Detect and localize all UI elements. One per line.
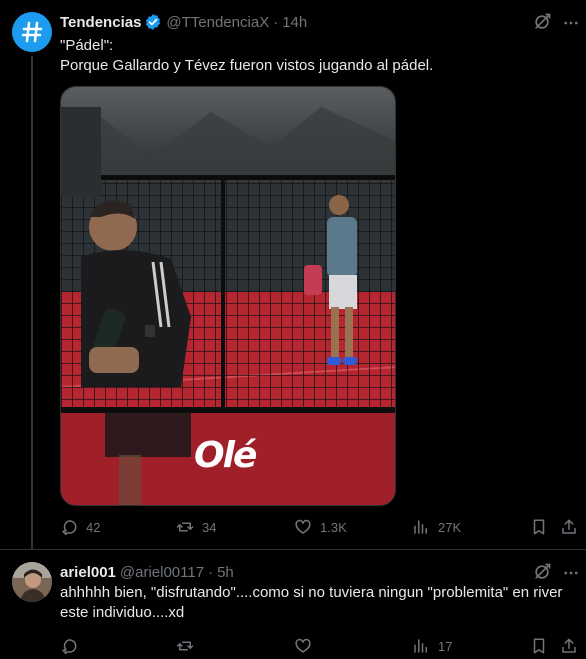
separator-dot: · [208,563,214,581]
verified-badge-icon [144,13,162,31]
tweet-text-line1: "Pádel": [60,37,114,54]
share-button[interactable] [560,517,578,537]
hashtag-icon [21,21,43,43]
avatar-tendencias[interactable] [12,12,52,52]
views-icon [414,639,427,653]
handle[interactable]: @TTendenciaX [166,14,269,31]
share-icon [562,638,576,653]
separator-dot: · [273,13,279,31]
more-icon[interactable] [562,14,580,32]
tweet-text: "Pádel": Porque Gallardo y Tévez fueron … [60,36,560,76]
bookmark-icon [533,638,545,654]
views-icon [414,520,427,534]
thread-connector [31,56,33,549]
share-button[interactable] [560,636,578,656]
avatar-photo [12,562,52,602]
views-button[interactable]: 17 [412,636,452,656]
timestamp[interactable]: 5h [217,564,234,581]
media-watermark: Olé [194,435,257,476]
reply-count: 42 [86,519,101,535]
display-name[interactable]: ariel001 [60,564,116,581]
views-button[interactable]: 27K [412,517,461,537]
bookmark-icon [533,519,545,535]
views-count: 27K [438,519,462,535]
tweet-header: Tendencias @TTendenciaX · 14h [60,12,307,32]
handle[interactable]: @ariel00117 [120,564,204,581]
repost-icon [176,641,194,651]
grok-icon[interactable] [532,562,552,582]
tweet-header: ariel001 @ariel00117 · 5h [60,562,234,582]
like-count: 1.3K [320,519,347,535]
views-count: 17 [438,638,453,654]
more-icon[interactable] [562,564,580,582]
reply-tweet-ariel001[interactable]: ariel001 @ariel00117 · 5h ahhhhh bien, "… [0,550,586,659]
reply-button[interactable] [60,636,78,656]
reply-button[interactable]: 42 [60,517,100,537]
like-icon [295,519,311,534]
repost-icon [176,522,194,532]
repost-button[interactable] [176,636,194,656]
action-bar: 42 34 1.3K 27K [60,517,576,537]
like-button[interactable] [294,636,312,656]
like-button[interactable]: 1.3K [294,517,347,537]
repost-button[interactable]: 34 [176,517,216,537]
tweet-tendencias[interactable]: Tendencias @TTendenciaX · 14h "Pádel": P… [0,0,586,549]
grok-icon[interactable] [532,12,552,32]
repost-count: 34 [202,519,217,535]
reply-icon [62,639,77,655]
tweet-media-video[interactable]: Olé [60,86,396,506]
display-name[interactable]: Tendencias [60,14,141,31]
reply-icon [62,520,77,536]
timestamp[interactable]: 14h [282,14,307,31]
share-icon [562,519,576,534]
bookmark-button[interactable] [530,517,548,537]
bookmark-button[interactable] [530,636,548,656]
avatar-ariel001[interactable] [12,562,52,602]
tweet-text: ahhhhh bien, "disfrutando"....como si no… [60,584,563,621]
like-icon [295,638,311,653]
tweet-text-line2: Porque Gallardo y Tévez fueron vistos ju… [60,57,434,74]
action-bar: 17 [60,636,576,656]
